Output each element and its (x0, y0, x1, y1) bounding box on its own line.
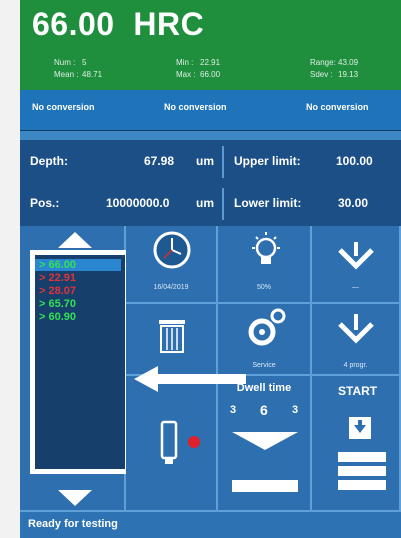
position-label: Pos.: (30, 196, 60, 210)
stack-bar-2 (338, 466, 386, 476)
num-label: Num : (54, 58, 76, 67)
start-label: START (338, 384, 378, 398)
dwell-down-arrow-icon[interactable] (232, 428, 298, 452)
brightness-caption: 50% (256, 284, 271, 291)
position-unit: um (196, 196, 214, 210)
download-caption: — (352, 284, 359, 291)
stack-bar-3 (338, 480, 386, 490)
status-bar: Ready for testing (20, 512, 401, 538)
upper-limit-value[interactable]: 100.00 (336, 154, 373, 168)
pointer-arrow-icon (134, 366, 246, 392)
date-caption: 16/04/2019 (153, 284, 189, 291)
lightbulb-icon (252, 232, 280, 264)
start-tile[interactable]: START (312, 376, 401, 512)
divider (222, 188, 224, 220)
value-entry[interactable]: > 22.91 (39, 272, 76, 284)
value-entry[interactable]: > 66.00 (35, 259, 121, 271)
min-value: 22.91 (200, 58, 221, 67)
result-header: 66.00 HRC Num : 5 Mean : 48.71 Min : 22.… (20, 0, 401, 90)
usb-tile[interactable] (126, 376, 218, 512)
value-entry[interactable]: > 60.90 (39, 311, 76, 323)
min-label: Min : (176, 58, 194, 67)
lower-limit-label: Lower limit: (234, 196, 302, 210)
download-tile[interactable]: — (312, 226, 401, 304)
range-label: Range: (310, 58, 336, 67)
dwell-progress-bar (232, 480, 298, 492)
depth-value: 67.98 (144, 154, 175, 168)
record-indicator (188, 436, 200, 448)
start-download-icon (349, 417, 371, 439)
depth-unit: um (196, 154, 214, 168)
trash-bin-icon (159, 320, 185, 353)
mean-value: 48.71 (82, 70, 103, 79)
conversion-bar: No conversion No conversion No conversio… (20, 90, 401, 131)
range-value: 43.09 (338, 58, 359, 67)
brightness-tile[interactable]: 50% (218, 226, 312, 304)
values-list[interactable]: > 66.00 > 22.91 > 28.07 > 65.70 > 60.90 (30, 250, 130, 474)
hardness-reading: 66.00 HRC (32, 6, 204, 43)
depth-row: Depth: 67.98 um Upper limit: 100.00 (20, 140, 401, 185)
conversion-1[interactable]: No conversion (32, 102, 95, 112)
scroll-up-icon[interactable] (56, 230, 94, 250)
program-tile[interactable]: 4 progr. (312, 304, 401, 376)
position-row: Pos.: 10000000.0 um Lower limit: 30.00 (20, 182, 401, 227)
clock-tile[interactable]: 16/04/2019 (126, 226, 218, 304)
num-value: 5 (82, 58, 87, 67)
hardness-unit: HRC (133, 6, 205, 42)
dwell-value-1: 3 (230, 404, 237, 416)
max-label: Max : (176, 70, 196, 79)
status-text: Ready for testing (28, 518, 118, 530)
conversion-3[interactable]: No conversion (306, 102, 369, 112)
stack-bar-1 (338, 452, 386, 462)
value-entry[interactable]: > 28.07 (39, 285, 76, 297)
hardness-value: 66.00 (32, 6, 115, 42)
value-entry[interactable]: > 65.70 (39, 298, 76, 310)
hardness-tester-screen: 66.00 HRC Num : 5 Mean : 48.71 Min : 22.… (20, 0, 401, 538)
scroll-down-icon[interactable] (56, 488, 94, 508)
lower-limit-value[interactable]: 30.00 (338, 196, 368, 210)
gears-icon (248, 308, 286, 346)
mean-label: Mean : (54, 70, 79, 79)
dwell-value-2: 6 (260, 402, 268, 418)
program-caption: 4 progr. (343, 362, 368, 369)
sdev-value: 19.13 (338, 70, 359, 79)
clock-icon (153, 231, 191, 269)
max-value: 66.00 (200, 70, 221, 79)
divider (222, 146, 224, 178)
dwell-value-3: 3 (292, 404, 299, 416)
position-value: 10000000.0 (106, 196, 170, 210)
conversion-2[interactable]: No conversion (164, 102, 227, 112)
dwell-time-tile[interactable]: Dwell time 3 6 3 (218, 376, 312, 512)
program-download-icon (338, 314, 374, 344)
download-chevron-icon (338, 242, 374, 270)
upper-limit-label: Upper limit: (234, 154, 301, 168)
depth-label: Depth: (30, 154, 68, 168)
sdev-label: Sdev : (310, 70, 333, 79)
usb-drive-icon (160, 420, 178, 464)
